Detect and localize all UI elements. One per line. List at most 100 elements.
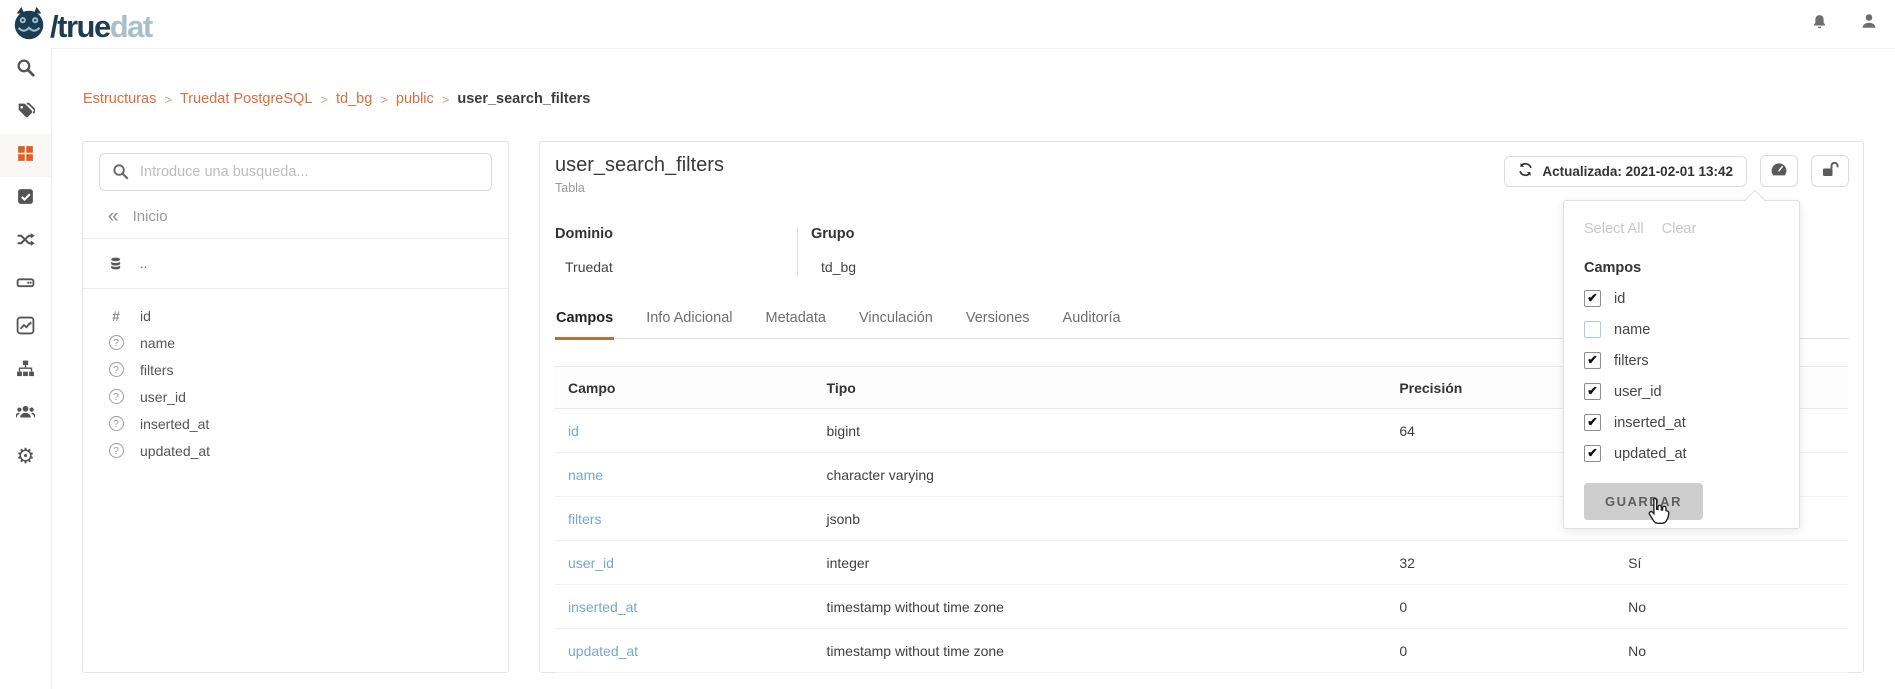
sidebar-item-systems[interactable]	[0, 263, 51, 306]
user-account-icon[interactable]	[1859, 11, 1879, 31]
breadcrumb-link[interactable]: public	[396, 91, 434, 107]
field-type: integer	[827, 555, 1400, 571]
list-item[interactable]: ? name	[83, 329, 508, 356]
column-option-inserted-at[interactable]: inserted_at	[1584, 414, 1779, 431]
checkbox[interactable]	[1584, 383, 1601, 400]
field-nullable: No	[1628, 599, 1848, 615]
column-option-filters[interactable]: filters	[1584, 352, 1779, 369]
field-link[interactable]: inserted_at	[555, 599, 827, 615]
field-type: character varying	[827, 467, 1400, 483]
users-icon	[16, 402, 35, 426]
unlock-button[interactable]	[1811, 155, 1849, 187]
tab-versiones[interactable]: Versiones	[965, 300, 1031, 338]
notifications-bell-icon[interactable]	[1809, 11, 1829, 31]
search-box	[99, 153, 492, 191]
table-row: updated_at timestamp without time zone 0…	[555, 629, 1848, 673]
breadcrumb-current: user_search_filters	[457, 91, 590, 107]
chart-line-icon	[16, 316, 35, 340]
sidebar-item-settings[interactable]: ⚙	[0, 435, 51, 478]
breadcrumb-separator: >	[164, 92, 172, 107]
sidebar-item-search[interactable]	[0, 48, 51, 91]
tab-info-adicional[interactable]: Info Adicional	[645, 300, 733, 338]
tab-metadata[interactable]: Metadata	[764, 300, 826, 338]
checkbox[interactable]	[1584, 321, 1601, 338]
field-label: user_id	[140, 389, 186, 405]
grupo-block: Grupo td_bg	[797, 226, 1071, 275]
field-type: bigint	[827, 423, 1400, 439]
field-link[interactable]: updated_at	[555, 643, 827, 659]
sidebar-item-groups[interactable]	[0, 392, 51, 435]
question-circle-icon: ?	[109, 443, 124, 458]
checkbox[interactable]	[1584, 290, 1601, 307]
option-label: user_id	[1614, 384, 1662, 400]
field-label: id	[140, 308, 151, 324]
column-option-updated-at[interactable]: updated_at	[1584, 445, 1779, 462]
sidebar-item-relations[interactable]	[0, 220, 51, 263]
parent-directory-item[interactable]: ..	[83, 239, 508, 288]
sidebar-item-lineage[interactable]	[0, 349, 51, 392]
column-option-id[interactable]: id	[1584, 290, 1779, 307]
field-link[interactable]: name	[555, 467, 827, 483]
sidebar-item-tags[interactable]	[0, 91, 51, 134]
breadcrumb-separator: >	[380, 92, 388, 107]
database-icon	[108, 256, 124, 271]
list-item[interactable]: ? filters	[83, 356, 508, 383]
list-item[interactable]: ? inserted_at	[83, 410, 508, 437]
field-link[interactable]: id	[555, 423, 827, 439]
back-to-home[interactable]: « Inicio	[83, 197, 508, 238]
breadcrumb: Estructuras > Truedat PostgreSQL > td_bg…	[83, 91, 590, 107]
list-item[interactable]: ? updated_at	[83, 437, 508, 464]
sidebar-item-insights[interactable]	[0, 306, 51, 349]
column-option-user-id[interactable]: user_id	[1584, 383, 1779, 400]
list-item[interactable]: ? user_id	[83, 383, 508, 410]
search-icon	[112, 163, 129, 185]
checkbox[interactable]	[1584, 445, 1601, 462]
tags-icon	[16, 101, 35, 125]
field-link[interactable]: filters	[555, 511, 827, 527]
breadcrumb-link[interactable]: td_bg	[336, 91, 372, 107]
dropdown-actions: Select All Clear	[1584, 217, 1779, 237]
structure-explorer-panel: « Inicio .. # id ? name	[82, 141, 509, 673]
field-list: # id ? name ? filters ? user_id ? insert…	[83, 289, 508, 477]
field-precision: 32	[1399, 555, 1628, 571]
grupo-value: td_bg	[811, 259, 1071, 275]
page-title: user_search_filters	[555, 154, 724, 177]
list-item[interactable]: # id	[83, 302, 508, 329]
structure-type-label: Tabla	[555, 181, 724, 195]
dominio-block: Dominio Truedat	[555, 226, 797, 275]
table-row: inserted_at timestamp without time zone …	[555, 585, 1848, 629]
tab-vinculacion[interactable]: Vinculación	[858, 300, 934, 338]
grid-icon	[16, 144, 35, 168]
tab-auditoria[interactable]: Auditoría	[1062, 300, 1122, 338]
truedat-logo[interactable]: /truedat	[10, 4, 152, 49]
breadcrumb-link[interactable]: Estructuras	[83, 91, 156, 107]
column-settings-button[interactable]	[1760, 155, 1798, 187]
checkbox[interactable]	[1584, 352, 1601, 369]
dominio-value: Truedat	[555, 259, 797, 275]
checkbox[interactable]	[1584, 414, 1601, 431]
save-button[interactable]: GUARDAR	[1584, 483, 1703, 520]
parent-directory-label: ..	[140, 256, 147, 271]
refresh-updated-button[interactable]: Actualizada: 2021-02-01 13:42	[1504, 156, 1747, 187]
field-label: name	[140, 335, 175, 351]
gear-icon: ⚙	[16, 446, 35, 467]
field-label: updated_at	[140, 443, 210, 459]
clear-button[interactable]: Clear	[1662, 221, 1697, 237]
question-circle-icon: ?	[109, 335, 124, 350]
chevrons-left-icon: «	[108, 210, 119, 224]
hard-drive-icon	[16, 273, 35, 297]
grupo-label: Grupo	[811, 226, 1071, 242]
sidebar-item-structures[interactable]	[0, 134, 51, 177]
unlock-icon	[1821, 161, 1839, 181]
select-all-button[interactable]: Select All	[1584, 221, 1644, 237]
sidebar-item-tasks[interactable]	[0, 177, 51, 220]
breadcrumb-link[interactable]: Truedat PostgreSQL	[180, 91, 312, 107]
breadcrumb-separator: >	[442, 92, 450, 107]
search-input[interactable]	[99, 153, 492, 191]
logo-wordmark: /truedat	[50, 7, 152, 47]
column-option-name[interactable]: name	[1584, 321, 1779, 338]
field-link[interactable]: user_id	[555, 555, 827, 571]
field-nullable: Sí	[1628, 555, 1848, 571]
tab-campos[interactable]: Campos	[555, 300, 614, 340]
field-label: filters	[140, 362, 173, 378]
